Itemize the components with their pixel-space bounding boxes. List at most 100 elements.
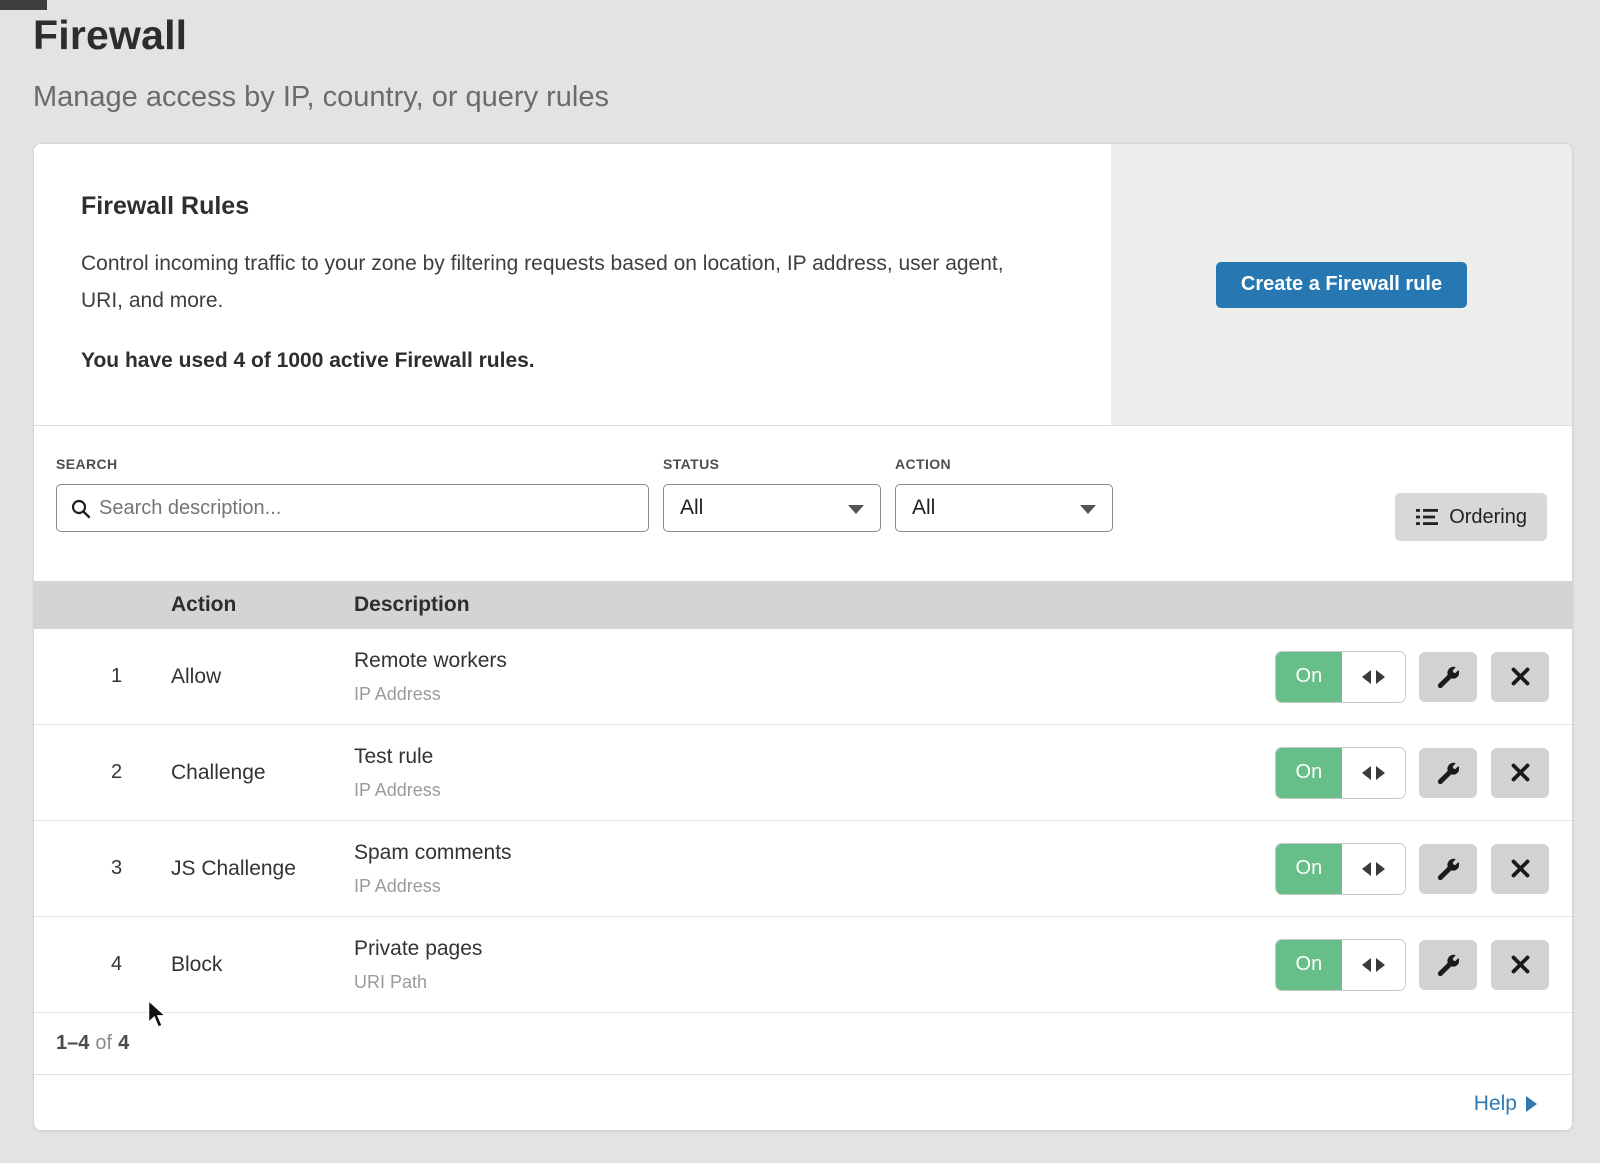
page-subtitle: Manage access by IP, country, or query r… bbox=[33, 81, 1600, 114]
pagination-range: 1–4 bbox=[56, 1032, 89, 1055]
search-box bbox=[56, 484, 649, 532]
arrow-right-icon bbox=[1376, 670, 1385, 684]
rule-enabled-toggle[interactable]: On bbox=[1276, 748, 1405, 798]
window-chrome-fragment bbox=[0, 0, 47, 10]
toggle-arrows-segment[interactable] bbox=[1342, 748, 1406, 798]
arrow-right-icon bbox=[1376, 862, 1385, 876]
toggle-on-segment[interactable]: On bbox=[1276, 940, 1342, 990]
firewall-rules-card: Firewall Rules Control incoming traffic … bbox=[33, 143, 1573, 1131]
wrench-icon bbox=[1437, 858, 1459, 880]
rule-action: JS Challenge bbox=[171, 857, 354, 881]
intro-section: Firewall Rules Control incoming traffic … bbox=[34, 144, 1572, 426]
rule-priority: 4 bbox=[34, 953, 171, 976]
toggle-on-segment[interactable]: On bbox=[1276, 652, 1342, 702]
edit-rule-button[interactable] bbox=[1419, 748, 1477, 798]
ordering-button[interactable]: Ordering bbox=[1395, 493, 1547, 541]
status-selected-value: All bbox=[680, 496, 703, 520]
rule-controls: On bbox=[1276, 652, 1572, 702]
arrow-left-icon bbox=[1362, 670, 1371, 684]
card-footer: Help bbox=[34, 1074, 1572, 1131]
arrow-right-icon bbox=[1526, 1096, 1537, 1112]
close-icon bbox=[1510, 954, 1531, 975]
delete-rule-button[interactable] bbox=[1491, 844, 1549, 894]
rule-description: Remote workers bbox=[354, 649, 1276, 673]
toggle-on-segment[interactable]: On bbox=[1276, 844, 1342, 894]
section-description: Control incoming traffic to your zone by… bbox=[81, 245, 1031, 319]
table-row: 4 Block Private pages URI Path On bbox=[34, 917, 1572, 1013]
help-link[interactable]: Help bbox=[1474, 1092, 1537, 1116]
help-link-label: Help bbox=[1474, 1092, 1517, 1116]
wrench-icon bbox=[1437, 666, 1459, 688]
status-label: STATUS bbox=[663, 456, 881, 472]
edit-rule-button[interactable] bbox=[1419, 844, 1477, 894]
arrow-right-icon bbox=[1376, 958, 1385, 972]
arrow-left-icon bbox=[1362, 766, 1371, 780]
ordering-button-label: Ordering bbox=[1449, 506, 1527, 529]
toggle-arrows-segment[interactable] bbox=[1342, 652, 1406, 702]
edit-rule-button[interactable] bbox=[1419, 940, 1477, 990]
rule-match-type: URI Path bbox=[354, 972, 1276, 993]
close-icon bbox=[1510, 858, 1531, 879]
rule-match-type: IP Address bbox=[354, 684, 1276, 705]
action-label: ACTION bbox=[895, 456, 1113, 472]
delete-rule-button[interactable] bbox=[1491, 748, 1549, 798]
ordered-list-icon bbox=[1415, 507, 1439, 527]
chevron-down-icon bbox=[1080, 505, 1096, 514]
action-field-group: ACTION All bbox=[895, 456, 1113, 532]
pagination-total: 4 bbox=[118, 1032, 129, 1055]
filters-bar: SEARCH STATUS All ACTION All bbox=[34, 426, 1572, 581]
description-column-header: Description bbox=[354, 593, 1276, 617]
rule-controls: On bbox=[1276, 940, 1572, 990]
rule-enabled-toggle[interactable]: On bbox=[1276, 844, 1405, 894]
create-firewall-rule-button[interactable]: Create a Firewall rule bbox=[1216, 262, 1467, 308]
close-icon bbox=[1510, 666, 1531, 687]
chevron-down-icon bbox=[848, 505, 864, 514]
wrench-icon bbox=[1437, 762, 1459, 784]
intro-text-panel: Firewall Rules Control incoming traffic … bbox=[34, 144, 1111, 425]
action-selected-value: All bbox=[912, 496, 935, 520]
rule-action: Challenge bbox=[171, 761, 354, 785]
table-row: 1 Allow Remote workers IP Address On bbox=[34, 629, 1572, 725]
arrow-left-icon bbox=[1362, 958, 1371, 972]
create-rule-panel: Create a Firewall rule bbox=[1111, 144, 1572, 425]
rule-description: Private pages bbox=[354, 937, 1276, 961]
pagination-of-label: of bbox=[89, 1032, 118, 1055]
wrench-icon bbox=[1437, 954, 1459, 976]
table-header: Action Description bbox=[34, 581, 1572, 629]
usage-note: You have used 4 of 1000 active Firewall … bbox=[81, 349, 1071, 373]
delete-rule-button[interactable] bbox=[1491, 940, 1549, 990]
toggle-arrows-segment[interactable] bbox=[1342, 940, 1406, 990]
toggle-arrows-segment[interactable] bbox=[1342, 844, 1406, 894]
delete-rule-button[interactable] bbox=[1491, 652, 1549, 702]
search-label: SEARCH bbox=[56, 456, 649, 472]
arrow-left-icon bbox=[1362, 862, 1371, 876]
page-title: Firewall bbox=[33, 12, 1600, 59]
table-row: 3 JS Challenge Spam comments IP Address … bbox=[34, 821, 1572, 917]
status-field-group: STATUS All bbox=[663, 456, 881, 532]
rule-priority: 1 bbox=[34, 665, 171, 688]
rule-controls: On bbox=[1276, 844, 1572, 894]
rule-enabled-toggle[interactable]: On bbox=[1276, 940, 1405, 990]
toggle-on-segment[interactable]: On bbox=[1276, 748, 1342, 798]
rule-match-type: IP Address bbox=[354, 876, 1276, 897]
action-select[interactable]: All bbox=[895, 484, 1113, 532]
page-header: Firewall Manage access by IP, country, o… bbox=[0, 0, 1600, 114]
rule-action: Allow bbox=[171, 665, 354, 689]
status-select[interactable]: All bbox=[663, 484, 881, 532]
rule-description-cell: Private pages URI Path bbox=[354, 937, 1276, 993]
edit-rule-button[interactable] bbox=[1419, 652, 1477, 702]
search-icon bbox=[70, 498, 92, 520]
rule-enabled-toggle[interactable]: On bbox=[1276, 652, 1405, 702]
pagination-bar: 1–4 of 4 bbox=[34, 1013, 1572, 1074]
rule-description-cell: Remote workers IP Address bbox=[354, 649, 1276, 705]
action-column-header: Action bbox=[171, 593, 354, 617]
rule-action: Block bbox=[171, 953, 354, 977]
rule-priority: 3 bbox=[34, 857, 171, 880]
search-input[interactable] bbox=[99, 485, 648, 531]
rule-description-cell: Spam comments IP Address bbox=[354, 841, 1276, 897]
rule-description-cell: Test rule IP Address bbox=[354, 745, 1276, 801]
rule-priority: 2 bbox=[34, 761, 171, 784]
rule-controls: On bbox=[1276, 748, 1572, 798]
arrow-right-icon bbox=[1376, 766, 1385, 780]
section-heading: Firewall Rules bbox=[81, 192, 1071, 221]
